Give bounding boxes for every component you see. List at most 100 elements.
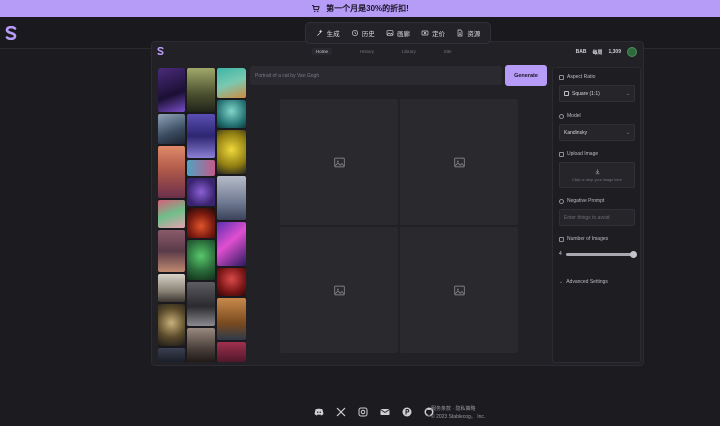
negative-label: Negative Prompt xyxy=(567,198,605,204)
small-logo[interactable] xyxy=(157,47,164,55)
tab-history-label: History xyxy=(360,49,375,54)
advanced-label: Advanced Settings xyxy=(566,279,608,285)
stablecog-logo[interactable] xyxy=(5,26,17,40)
nav-gallery[interactable]: 画廊 xyxy=(386,28,410,38)
gallery-thumb[interactable] xyxy=(158,274,185,302)
upload-heading: Upload Image xyxy=(559,151,598,157)
prompt-placeholder: Portrait of a cat by Van Gogh xyxy=(255,72,320,79)
advanced-settings-toggle[interactable]: ⌄ Advanced Settings xyxy=(559,279,608,285)
image-placeholder-icon xyxy=(453,157,465,167)
gallery-thumb[interactable] xyxy=(158,68,185,112)
tab-site[interactable]: Site xyxy=(444,48,452,55)
upload-label: Upload Image xyxy=(567,151,599,157)
prompt-input[interactable]: Portrait of a cat by Van Gogh xyxy=(250,66,502,85)
money-icon xyxy=(421,30,429,36)
gallery-thumb[interactable] xyxy=(158,146,185,198)
num-images-heading: Number of Images xyxy=(559,236,608,242)
slider-track[interactable] xyxy=(565,250,637,258)
tab-library-label: Library xyxy=(402,49,416,54)
gallery-thumb[interactable] xyxy=(217,298,246,340)
output-slot xyxy=(280,227,398,353)
gallery-thumb[interactable] xyxy=(158,114,185,144)
gallery-thumb[interactable] xyxy=(187,68,215,112)
gallery-thumb[interactable] xyxy=(187,114,215,158)
tab-home[interactable]: Home xyxy=(312,48,333,55)
square-icon xyxy=(564,91,569,96)
tab-history[interactable]: History xyxy=(360,48,374,55)
main-nav: 生成 历史 画廊 定价 资源 xyxy=(305,22,491,44)
download-icon xyxy=(594,169,600,175)
gallery-thumb[interactable] xyxy=(217,130,246,174)
upload-hint: Click or drop your image here xyxy=(572,178,622,182)
num-images-slider[interactable]: 4 xyxy=(559,249,637,259)
avatar[interactable] xyxy=(627,47,637,57)
num-images-label: Number of Images xyxy=(567,236,609,242)
gallery-thumb[interactable] xyxy=(158,230,185,272)
gallery-thumb[interactable] xyxy=(217,268,246,296)
output-slot xyxy=(400,99,518,225)
image-placeholder-icon xyxy=(333,285,345,295)
model-select[interactable]: Kandinsky ⌄ xyxy=(559,124,635,141)
credits-area: BAB 每周 1,309 xyxy=(576,47,637,57)
aspect-ratio-select[interactable]: Square (1:1) ⌄ xyxy=(559,85,635,102)
num-images-value: 4 xyxy=(559,251,562,257)
gallery-thumb[interactable] xyxy=(158,304,185,346)
credits-value: 1,309 xyxy=(608,49,621,55)
negative-prompt-input[interactable]: Enter things to avoid xyxy=(559,209,635,226)
x-icon[interactable] xyxy=(335,406,347,418)
nav-history[interactable]: 历史 xyxy=(351,28,375,38)
gallery-thumb[interactable] xyxy=(217,100,246,128)
nav-resources[interactable]: 资源 xyxy=(456,28,480,38)
aspect-ratio-label: Aspect Ratio xyxy=(567,74,596,80)
gallery-thumb[interactable] xyxy=(158,200,185,228)
image-icon xyxy=(386,30,394,36)
gallery-thumb[interactable] xyxy=(187,240,215,280)
footer-copyright: © 2023 Stablecog。 Inc. xyxy=(431,414,486,420)
credits-label-b: 每周 xyxy=(592,49,603,56)
negative-prompt-icon xyxy=(559,198,564,204)
discord-icon[interactable] xyxy=(313,406,325,418)
mail-icon[interactable] xyxy=(379,406,391,418)
aspect-ratio-value: Square (1:1) xyxy=(572,90,600,97)
model-value: Kandinsky xyxy=(564,129,588,136)
chevron-down-icon: ⌄ xyxy=(625,90,630,97)
gallery-thumb[interactable] xyxy=(187,328,215,362)
tab-library[interactable]: Library xyxy=(402,48,416,55)
chevron-down-icon: ⌄ xyxy=(625,129,630,136)
nav-pricing-label: 定价 xyxy=(432,31,446,38)
gallery-thumb[interactable] xyxy=(187,178,215,206)
sub-tabs: Home History Library Site xyxy=(312,48,452,55)
gallery-thumb[interactable] xyxy=(217,222,246,266)
gallery-thumb[interactable] xyxy=(217,176,246,220)
promo-banner[interactable]: 第一个月是30%的折扣! xyxy=(0,0,720,17)
negative-placeholder: Enter things to avoid xyxy=(564,214,610,221)
footer-links[interactable]: 服务条款 · 隐私策略 xyxy=(431,405,485,413)
model-icon xyxy=(559,113,564,119)
chevron-down-icon: ⌄ xyxy=(559,279,564,285)
promo-text: 第一个月是30%的折扣! xyxy=(326,4,409,13)
producthunt-icon[interactable] xyxy=(401,406,413,418)
gallery-thumb[interactable] xyxy=(217,342,246,362)
generate-label: Generate xyxy=(514,72,538,79)
gallery-thumb[interactable] xyxy=(187,282,215,326)
gallery-thumb[interactable] xyxy=(158,348,185,362)
output-slot xyxy=(400,227,518,353)
nav-generate-label: 生成 xyxy=(326,31,340,38)
gallery-thumb[interactable] xyxy=(217,68,246,98)
gallery-thumb[interactable] xyxy=(187,160,215,176)
nav-generate[interactable]: 生成 xyxy=(316,28,340,38)
negative-heading: Negative Prompt xyxy=(559,198,604,204)
gallery-thumb[interactable] xyxy=(187,208,215,238)
output-slot xyxy=(280,99,398,225)
slider-knob[interactable] xyxy=(630,250,637,258)
generate-button[interactable]: Generate xyxy=(505,65,547,86)
nav-pricing[interactable]: 定价 xyxy=(421,28,445,38)
wand-icon xyxy=(316,29,323,36)
nav-gallery-label: 画廊 xyxy=(396,31,410,38)
image-placeholder-icon xyxy=(453,285,465,295)
sub-header: Home History Library Site BAB 每周 1,309 xyxy=(152,42,643,60)
images-count-icon xyxy=(559,236,564,242)
instagram-icon[interactable] xyxy=(357,406,369,418)
generate-panel: Home History Library Site BAB 每周 1,309 P… xyxy=(151,41,644,366)
upload-dropzone[interactable]: Click or drop your image here xyxy=(559,162,635,188)
